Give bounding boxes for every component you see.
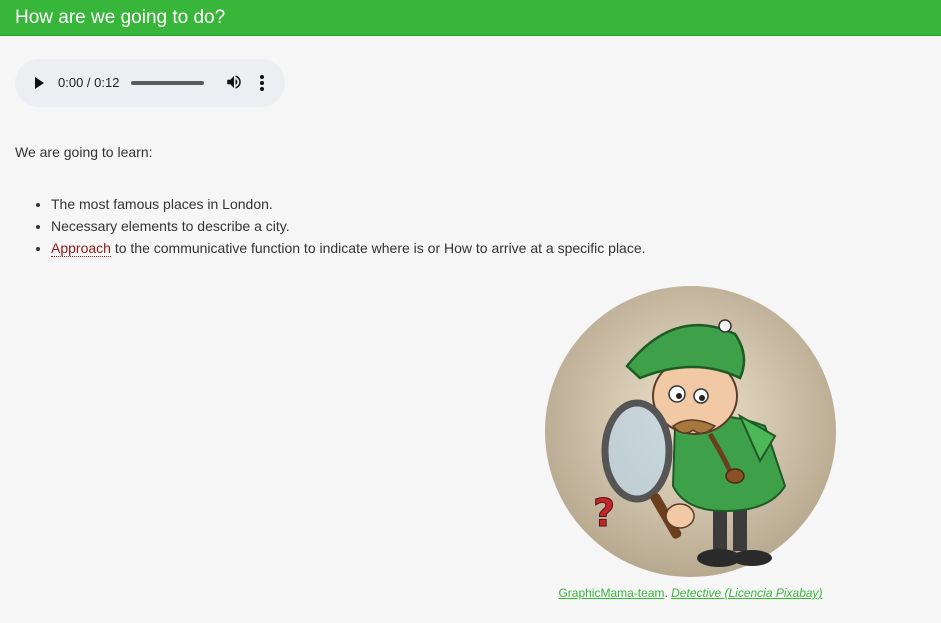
author-link[interactable]: GraphicMama-team — [558, 586, 664, 600]
list-item-text: The most famous places in London. — [51, 196, 273, 212]
play-icon[interactable] — [35, 77, 44, 89]
list-item-text: to the communicative function to indicat… — [110, 240, 646, 256]
goals-list: The most famous places in London. Necess… — [15, 193, 646, 259]
glossary-term-link[interactable]: Approach — [51, 240, 111, 257]
image-source-link[interactable]: Detective (Licencia Pixabay) — [671, 586, 822, 600]
svg-text:?: ? — [593, 491, 615, 535]
audio-progress-slider[interactable] — [131, 81, 204, 85]
more-vert-icon[interactable] — [256, 73, 268, 93]
intro-text: We are going to learn: — [15, 144, 153, 160]
audio-player[interactable]: 0:00 / 0:12 — [15, 59, 285, 107]
list-item: Approach to the communicative function t… — [51, 237, 646, 259]
page-header: How are we going to do? — [0, 0, 941, 36]
volume-icon[interactable] — [225, 73, 243, 91]
figure-caption: GraphicMama-team. Detective (Licencia Pi… — [545, 586, 836, 600]
audio-time: 0:00 / 0:12 — [58, 75, 120, 90]
detective-illustration: ? — [545, 286, 836, 577]
list-item-text: Necessary elements to describe a city. — [51, 218, 290, 234]
list-item: Necessary elements to describe a city. — [51, 215, 646, 237]
list-item: The most famous places in London. — [51, 193, 646, 215]
page-title: How are we going to do? — [15, 7, 226, 28]
